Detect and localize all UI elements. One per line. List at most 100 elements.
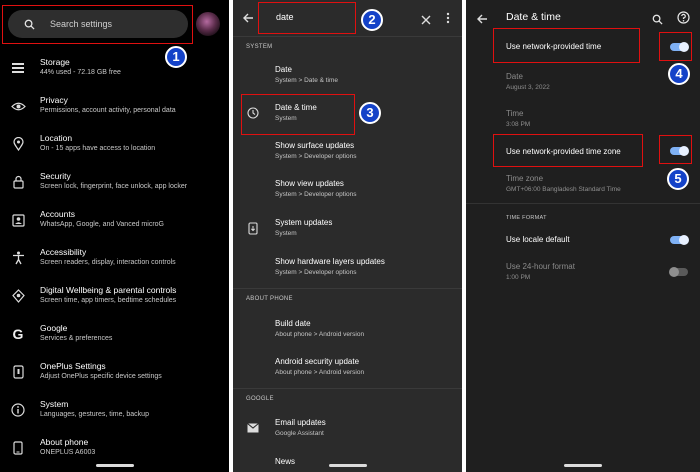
settings-item-accessibility[interactable]: Accessibility Screen readers, display, i… xyxy=(0,242,229,280)
result-news[interactable]: News xyxy=(233,450,462,472)
item-subtitle: Screen readers, display, interaction con… xyxy=(40,259,176,266)
settings-item-accounts[interactable]: Accounts WhatsApp, Google, and Vanced mi… xyxy=(0,204,229,242)
privacy-icon xyxy=(9,97,27,115)
result-show-surface-updates[interactable]: Show surface updates System > Developer … xyxy=(233,134,462,172)
result-subtitle: System > Date & time xyxy=(275,77,339,84)
step-badge-3: 3 xyxy=(359,102,381,124)
info-icon xyxy=(9,401,27,419)
back-arrow-icon[interactable] xyxy=(476,12,488,30)
setting-network-time[interactable]: Use network-provided time xyxy=(466,42,700,62)
section-header-about-phone: ABOUT PHONE xyxy=(246,296,293,302)
result-date[interactable]: Date System > Date & time xyxy=(233,58,462,96)
item-title: Storage xyxy=(40,57,70,67)
settings-item-location[interactable]: Location On - 15 apps have access to loc… xyxy=(0,128,229,166)
result-title: Date xyxy=(275,65,292,74)
settings-item-google[interactable]: G Google Services & preferences xyxy=(0,318,229,356)
item-title: Location xyxy=(40,133,73,143)
result-title: Show hardware layers updates xyxy=(275,257,385,266)
result-subtitle: System xyxy=(275,115,297,122)
step-badge-4: 4 xyxy=(668,63,690,85)
result-title: News xyxy=(275,457,296,466)
settings-item-oneplus[interactable]: OnePlus Settings Adjust OnePlus specific… xyxy=(0,356,229,394)
setting-time-zone: Time zone GMT+06:00 Bangladesh Standard … xyxy=(466,174,700,200)
lock-icon xyxy=(9,173,27,191)
avatar[interactable] xyxy=(196,12,220,36)
more-options-icon[interactable] xyxy=(446,11,450,29)
help-icon[interactable] xyxy=(677,11,690,29)
result-show-view-updates[interactable]: Show view updates System > Developer opt… xyxy=(233,172,462,210)
item-title: Digital Wellbeing & parental controls xyxy=(40,285,177,295)
search-icon xyxy=(14,19,44,30)
gesture-bar[interactable] xyxy=(95,464,134,467)
item-subtitle: Screen lock, fingerprint, face unlock, a… xyxy=(40,183,188,190)
search-query-input[interactable]: date xyxy=(276,12,294,22)
step-badge-1: 1 xyxy=(165,46,187,68)
result-subtitle: System > Developer options xyxy=(275,153,357,160)
search-toolbar: date xyxy=(233,0,462,36)
result-subtitle: Google Assistant xyxy=(275,430,324,437)
date-time-panel: Date & time Use network-provided time Da… xyxy=(466,0,700,472)
item-title: System xyxy=(40,399,69,409)
result-email-updates[interactable]: Email updates Google Assistant xyxy=(233,411,462,449)
result-show-hardware-layers-updates[interactable]: Show hardware layers updates System > De… xyxy=(233,250,462,288)
accessibility-icon xyxy=(9,249,27,267)
result-subtitle: System xyxy=(275,230,297,237)
divider xyxy=(466,203,700,204)
result-title: System updates xyxy=(275,218,333,227)
setting-value: August 3, 2022 xyxy=(506,84,550,91)
clock-icon xyxy=(245,105,261,121)
24-hour-format-toggle[interactable] xyxy=(669,267,688,277)
oneplus-icon xyxy=(9,363,27,381)
back-arrow-icon[interactable] xyxy=(242,11,254,29)
settings-item-system[interactable]: System Languages, gestures, time, backup xyxy=(0,394,229,432)
page-title: Date & time xyxy=(506,11,561,23)
gesture-bar[interactable] xyxy=(564,464,602,467)
result-title: Date & time xyxy=(275,103,317,112)
close-icon[interactable] xyxy=(421,12,431,30)
accounts-icon xyxy=(9,211,27,229)
section-header-time-format: TIME FORMAT xyxy=(506,215,547,221)
network-time-zone-toggle[interactable] xyxy=(670,146,689,156)
result-build-date[interactable]: Build date About phone > Android version xyxy=(233,312,462,350)
item-title: Accounts xyxy=(40,209,75,219)
result-subtitle: About phone > Android version xyxy=(275,331,365,338)
item-subtitle: On - 15 apps have access to location xyxy=(40,145,156,152)
network-time-toggle[interactable] xyxy=(670,42,689,52)
result-subtitle: System > Developer options xyxy=(275,269,357,276)
settings-item-storage[interactable]: Storage 44% used - 72.18 GB free xyxy=(0,52,229,90)
settings-item-digital-wellbeing[interactable]: Digital Wellbeing & parental controls Sc… xyxy=(0,280,229,318)
settings-item-privacy[interactable]: Privacy Permissions, account activity, p… xyxy=(0,90,229,128)
setting-title: Time xyxy=(506,109,524,118)
setting-title: Use network-provided time zone xyxy=(506,147,621,156)
setting-title: Use locale default xyxy=(506,235,570,244)
wellbeing-icon xyxy=(9,287,27,305)
divider xyxy=(233,388,462,389)
divider xyxy=(233,288,462,289)
setting-value: 3:08 PM xyxy=(506,121,531,128)
locale-default-toggle[interactable] xyxy=(670,235,689,245)
result-date-and-time[interactable]: Date & time System xyxy=(233,96,462,134)
setting-network-time-zone[interactable]: Use network-provided time zone xyxy=(466,147,700,167)
setting-time: Time 3:08 PM xyxy=(466,109,700,135)
item-title: OnePlus Settings xyxy=(40,361,106,371)
search-settings-bar[interactable]: Search settings xyxy=(8,10,188,38)
result-title: Show view updates xyxy=(275,179,344,188)
gesture-bar[interactable] xyxy=(328,464,367,467)
section-header-google: GOOGLE xyxy=(246,396,274,402)
item-subtitle: Permissions, account activity, personal … xyxy=(40,107,176,114)
storage-icon xyxy=(9,59,27,77)
system-update-icon xyxy=(245,220,261,236)
settings-item-security[interactable]: Security Screen lock, fingerprint, face … xyxy=(0,166,229,204)
divider xyxy=(233,36,462,37)
result-title: Email updates xyxy=(275,418,326,427)
item-subtitle: WhatsApp, Google, and Vanced microG xyxy=(40,221,164,228)
search-results-panel: date SYSTEM Date System > Date & time Da… xyxy=(233,0,462,472)
search-icon[interactable] xyxy=(652,12,663,30)
result-system-updates[interactable]: System updates System xyxy=(233,211,462,249)
phone-icon xyxy=(9,439,27,457)
setting-locale-default[interactable]: Use locale default xyxy=(466,235,700,255)
item-title: Privacy xyxy=(40,95,68,105)
result-android-security-update[interactable]: Android security update About phone > An… xyxy=(233,350,462,388)
item-subtitle: Languages, gestures, time, backup xyxy=(40,411,149,418)
item-title: Security xyxy=(40,171,71,181)
